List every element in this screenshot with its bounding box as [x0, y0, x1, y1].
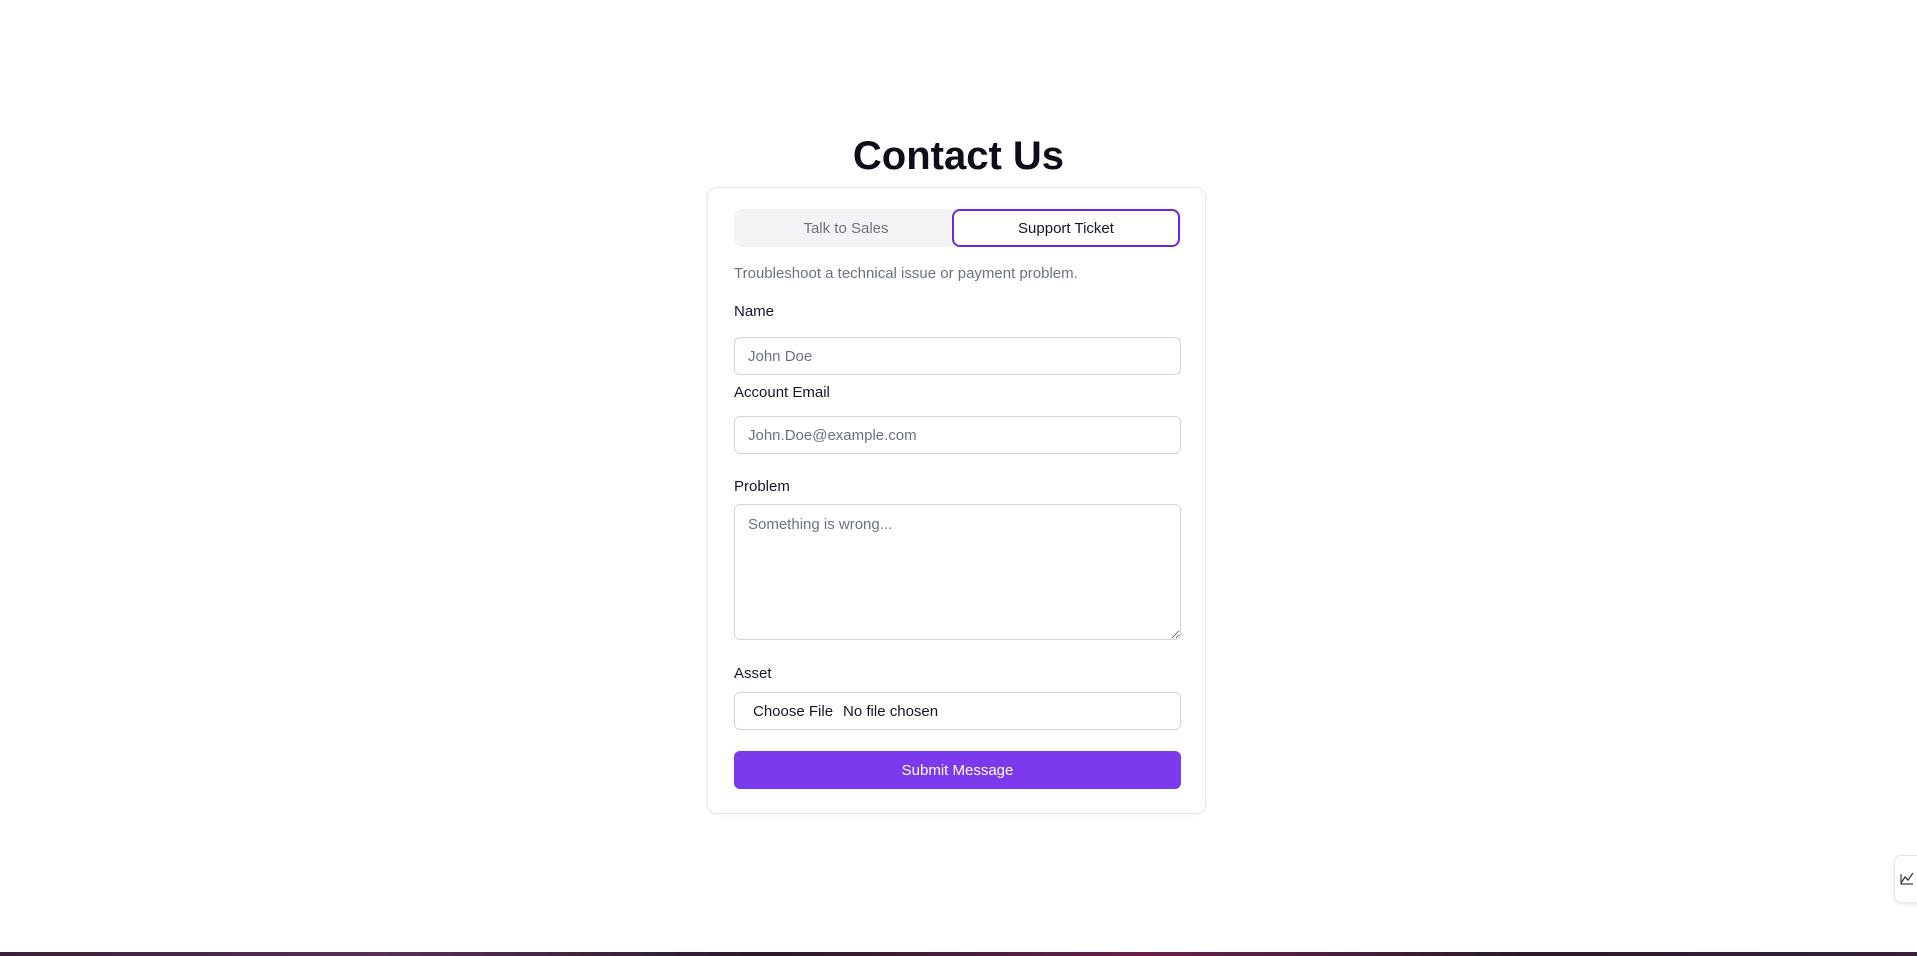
- problem-textarea[interactable]: [734, 504, 1181, 640]
- name-input[interactable]: [734, 337, 1181, 375]
- side-widget-tab[interactable]: [1894, 855, 1917, 903]
- page: Contact Us Talk to Sales Support Ticket …: [0, 0, 1917, 956]
- form-description: Troubleshoot a technical issue or paymen…: [734, 265, 1078, 282]
- asset-label: Asset: [734, 665, 772, 682]
- tab-group: Talk to Sales Support Ticket: [734, 209, 1181, 247]
- tab-support-ticket[interactable]: Support Ticket: [952, 209, 1180, 247]
- page-title: Contact Us: [852, 134, 1065, 178]
- name-label: Name: [734, 303, 775, 320]
- account-email-input[interactable]: [734, 416, 1181, 454]
- account-email-label: Account Email: [734, 384, 830, 401]
- bottom-taskbar-strip: [0, 952, 1917, 956]
- submit-message-button[interactable]: Submit Message: [734, 751, 1181, 789]
- choose-file-button[interactable]: Choose File: [753, 703, 833, 720]
- asset-file-input[interactable]: Choose File No file chosen: [734, 692, 1181, 730]
- chart-line-icon: [1900, 872, 1914, 885]
- contact-form-card: Talk to Sales Support Ticket Troubleshoo…: [707, 187, 1206, 814]
- problem-label: Problem: [734, 478, 790, 495]
- tab-talk-to-sales[interactable]: Talk to Sales: [734, 209, 958, 247]
- file-status-text: No file chosen: [843, 702, 939, 720]
